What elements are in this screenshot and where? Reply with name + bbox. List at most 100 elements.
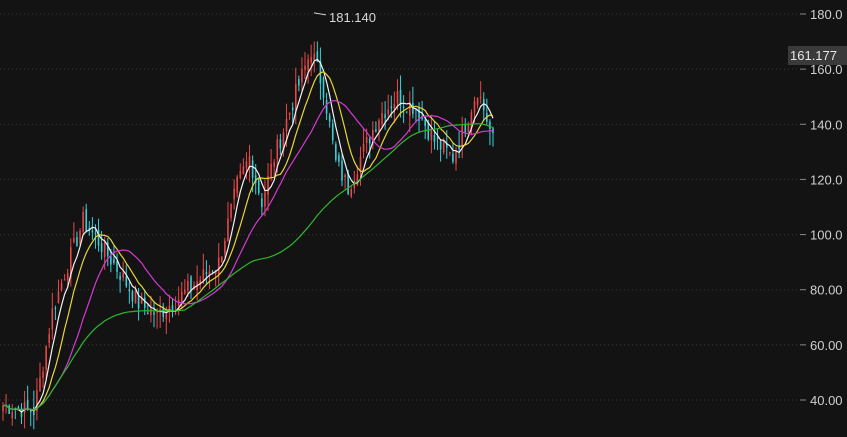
candle-body [359,156,362,172]
candle [131,289,134,309]
candle-body [245,161,248,168]
candle-body [368,138,371,144]
candle-body [310,57,312,63]
candle-body [294,84,297,112]
candle [408,91,411,132]
candle-body [279,139,282,149]
candle [76,231,78,247]
candle-body [375,129,377,132]
ma-line [2,100,494,411]
candle [486,98,488,126]
candle-body [322,78,325,98]
candle [331,119,334,145]
candle-body [341,160,343,181]
candle-body [396,91,399,104]
candle-body [325,100,328,114]
candle [11,404,14,426]
candle-body [430,130,433,140]
candle [449,151,451,156]
candle-body [150,308,152,316]
candle [298,75,300,92]
candle-body [298,79,300,86]
candle-body [257,178,260,194]
candle [184,279,186,295]
candle [221,256,223,263]
candle-body [291,107,294,111]
candle [54,305,57,320]
candle-body [23,402,26,413]
candle-body [402,106,405,108]
candle-body [48,334,51,344]
candle [304,52,306,80]
candle-body [338,155,340,162]
candle [5,393,7,414]
candle [116,253,118,279]
candle [307,54,309,84]
candle-body [344,175,346,178]
candle-body [79,230,81,244]
candle [190,275,192,299]
y-tick-label: 60.00 [810,338,843,353]
candles [2,41,494,430]
candle [338,152,340,167]
candle [433,121,436,150]
candle [73,222,75,244]
candle-body [473,101,476,113]
candle-body [381,113,383,125]
candle [202,253,205,285]
candle [147,303,149,315]
candle [399,75,402,118]
candle [153,300,155,328]
candle-body [211,271,214,273]
candle [461,116,463,159]
candle-body [405,111,408,113]
candle-body [270,163,272,178]
y-tick-label: 100.0 [810,228,843,243]
candle [2,402,4,421]
candle-body [113,259,115,264]
candle [20,403,23,425]
candle [368,136,371,159]
candle [353,170,356,194]
candle [82,206,84,234]
candle [239,163,242,180]
candle-body [116,261,118,272]
candle-body [476,97,479,105]
candle [452,143,454,164]
candle [378,118,380,142]
candle-body [165,312,168,320]
candle [36,378,38,421]
candle-body [2,405,4,412]
candle [257,178,260,196]
candle-body [449,151,451,153]
candle-body [11,412,14,419]
candle [57,279,60,304]
candle [405,111,408,114]
candle-body [227,218,229,242]
candle-body [82,211,84,232]
candle-body [236,176,239,194]
candle-body [57,291,60,304]
candle-body [147,312,149,315]
candle-body [285,118,288,132]
candle-body [42,371,44,378]
candle-body [362,144,365,152]
candle-body [187,280,189,291]
candle [464,118,467,138]
candle [328,112,331,128]
candle [205,260,208,285]
candle [270,149,272,182]
candle-body [378,120,380,131]
candle [29,408,32,427]
candle-body [387,109,390,115]
candle [436,128,439,151]
candle-body [452,153,454,162]
candle-body [464,123,467,133]
candle [63,274,66,281]
chart-canvas[interactable]: 180.0160.0140.0120.0100.080.0060.0040.00… [0,0,847,437]
candle-body [168,306,171,309]
candle [325,92,328,120]
candle-body [365,136,368,143]
candle [479,81,482,104]
candlestick-chart[interactable]: 180.0 160.0 140.0 120.0 100.0 80.00 60.00 40.00… [0,0,847,437]
